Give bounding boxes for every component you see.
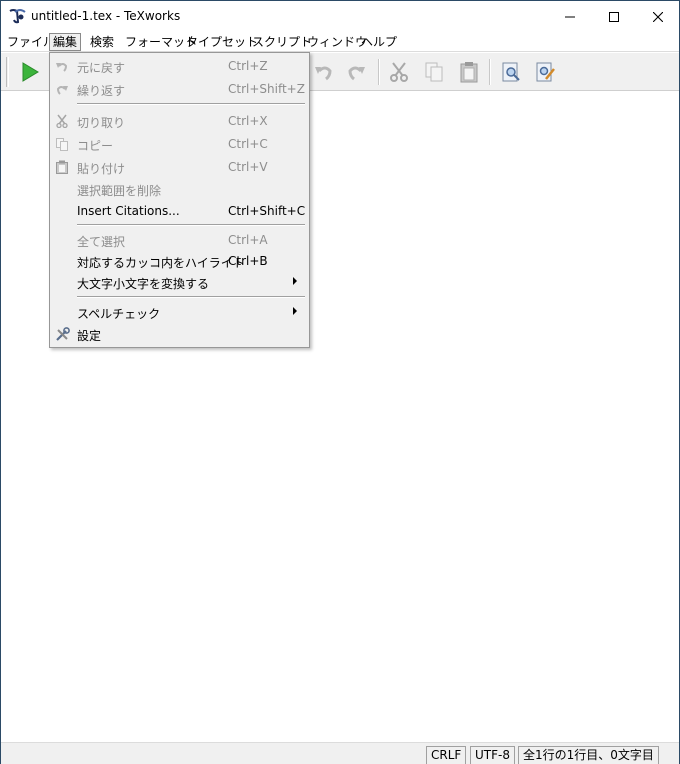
menu-item-preferences[interactable]: 設定 (50, 323, 309, 345)
window-title: untitled-1.tex - TeXworks (31, 9, 181, 23)
toolbar-copy-button[interactable] (420, 58, 448, 86)
maximize-button[interactable] (591, 1, 637, 32)
menu-item-cut[interactable]: 切り取り Ctrl+X (50, 110, 309, 132)
menu-item-undo[interactable]: 元に戻す Ctrl+Z (50, 55, 309, 77)
submenu-arrow-icon (293, 277, 297, 285)
menu-item-label: 設定 (77, 329, 102, 343)
copy-icon (54, 136, 70, 152)
menu-help[interactable]: ヘルプ (358, 33, 400, 51)
undo-icon (54, 58, 70, 74)
menu-item-label: 選択範囲を削除 (77, 184, 162, 198)
menu-item-shortcut: Ctrl+C (228, 137, 268, 151)
redo-icon (54, 81, 70, 97)
menu-item-spell-check[interactable]: スペルチェック (50, 301, 309, 323)
toolbar-undo-button[interactable] (309, 58, 337, 86)
menu-item-shortcut: Ctrl+B (228, 254, 268, 268)
menu-item-label: 元に戻す (77, 61, 126, 75)
toolbar-grip[interactable] (6, 57, 9, 87)
replace-icon (536, 62, 555, 82)
toolbar-find-button[interactable] (497, 58, 525, 86)
menu-item-copy[interactable]: コピー Ctrl+C (50, 133, 309, 155)
menu-item-label: Insert Citations... (77, 204, 180, 218)
toolbar-cut-button[interactable] (385, 58, 413, 86)
toolbar-redo-button[interactable] (343, 58, 371, 86)
redo-icon (348, 66, 365, 81)
typeset-button[interactable] (16, 58, 44, 86)
menu-item-shortcut: Ctrl+A (228, 233, 268, 247)
cut-icon (390, 62, 408, 82)
menu-item-shortcut: Ctrl+Shift+C (228, 204, 306, 218)
menu-item-label: 貼り付け (77, 162, 126, 176)
menu-item-change-case[interactable]: 大文字小文字を変換する (50, 271, 309, 293)
edit-menu-dropdown: 元に戻す Ctrl+Z 繰り返す Ctrl+Shift+Z 切り取り Ctrl+… (49, 52, 310, 348)
settings-icon (54, 326, 70, 342)
menu-item-paste[interactable]: 貼り付け Ctrl+V (50, 156, 309, 178)
menu-item-label: 全て選択 (77, 235, 126, 249)
paste-icon (54, 159, 70, 175)
texworks-app-icon (9, 8, 26, 24)
menu-item-select-all[interactable]: 全て選択 Ctrl+A (50, 229, 309, 251)
menu-separator (77, 103, 305, 105)
copy-icon (425, 62, 443, 82)
undo-icon (315, 66, 332, 81)
menu-item-label: スペルチェック (77, 307, 161, 321)
cursor-position-indicator: 全1行の1行目、0文字目 (518, 746, 659, 764)
toolbar-paste-button[interactable] (455, 58, 483, 86)
menu-item-delete-selection[interactable]: 選択範囲を削除 (50, 178, 309, 200)
menu-item-label: 対応するカッコ内をハイライト (77, 256, 245, 270)
minimize-button[interactable] (547, 1, 593, 32)
line-ending-indicator[interactable]: CRLF (426, 746, 467, 764)
toolbar-replace-button[interactable] (531, 58, 559, 86)
menu-item-shortcut: Ctrl+X (228, 114, 268, 128)
cut-icon (54, 113, 70, 129)
menu-separator (77, 224, 305, 226)
menu-item-shortcut: Ctrl+Z (228, 59, 268, 73)
submenu-arrow-icon (293, 307, 297, 315)
find-icon (502, 62, 520, 82)
menu-separator (77, 296, 305, 298)
menu-item-balance-delimiters[interactable]: 対応するカッコ内をハイライト Ctrl+B (50, 250, 309, 272)
texworks-window: untitled-1.tex - TeXworks ファイル 編集 検索 フォー… (0, 0, 680, 764)
menu-search[interactable]: 検索 (87, 33, 117, 51)
menu-edit[interactable]: 編集 (49, 33, 82, 51)
status-bar: CRLF UTF-8 全1行の1行目、0文字目 (1, 742, 679, 764)
menu-item-label: 切り取り (77, 116, 126, 130)
menu-bar: ファイル 編集 検索 フォーマット タイプセット スクリプト ウィンドウ ヘルプ (1, 32, 679, 52)
close-button[interactable] (635, 1, 680, 32)
menu-item-insert-citations[interactable]: Insert Citations... Ctrl+Shift+C (50, 200, 309, 222)
title-bar: untitled-1.tex - TeXworks (1, 1, 679, 32)
menu-item-shortcut: Ctrl+Shift+Z (228, 82, 305, 96)
play-icon (22, 62, 39, 82)
paste-icon (460, 62, 478, 83)
menu-item-label: 大文字小文字を変換する (77, 277, 210, 291)
menu-item-redo[interactable]: 繰り返す Ctrl+Shift+Z (50, 78, 309, 100)
menu-item-label: 繰り返す (77, 84, 126, 98)
toolbar-separator (489, 59, 491, 85)
menu-item-label: コピー (77, 139, 114, 153)
toolbar-separator (378, 59, 380, 85)
menu-item-shortcut: Ctrl+V (228, 160, 268, 174)
encoding-indicator[interactable]: UTF-8 (470, 746, 515, 764)
